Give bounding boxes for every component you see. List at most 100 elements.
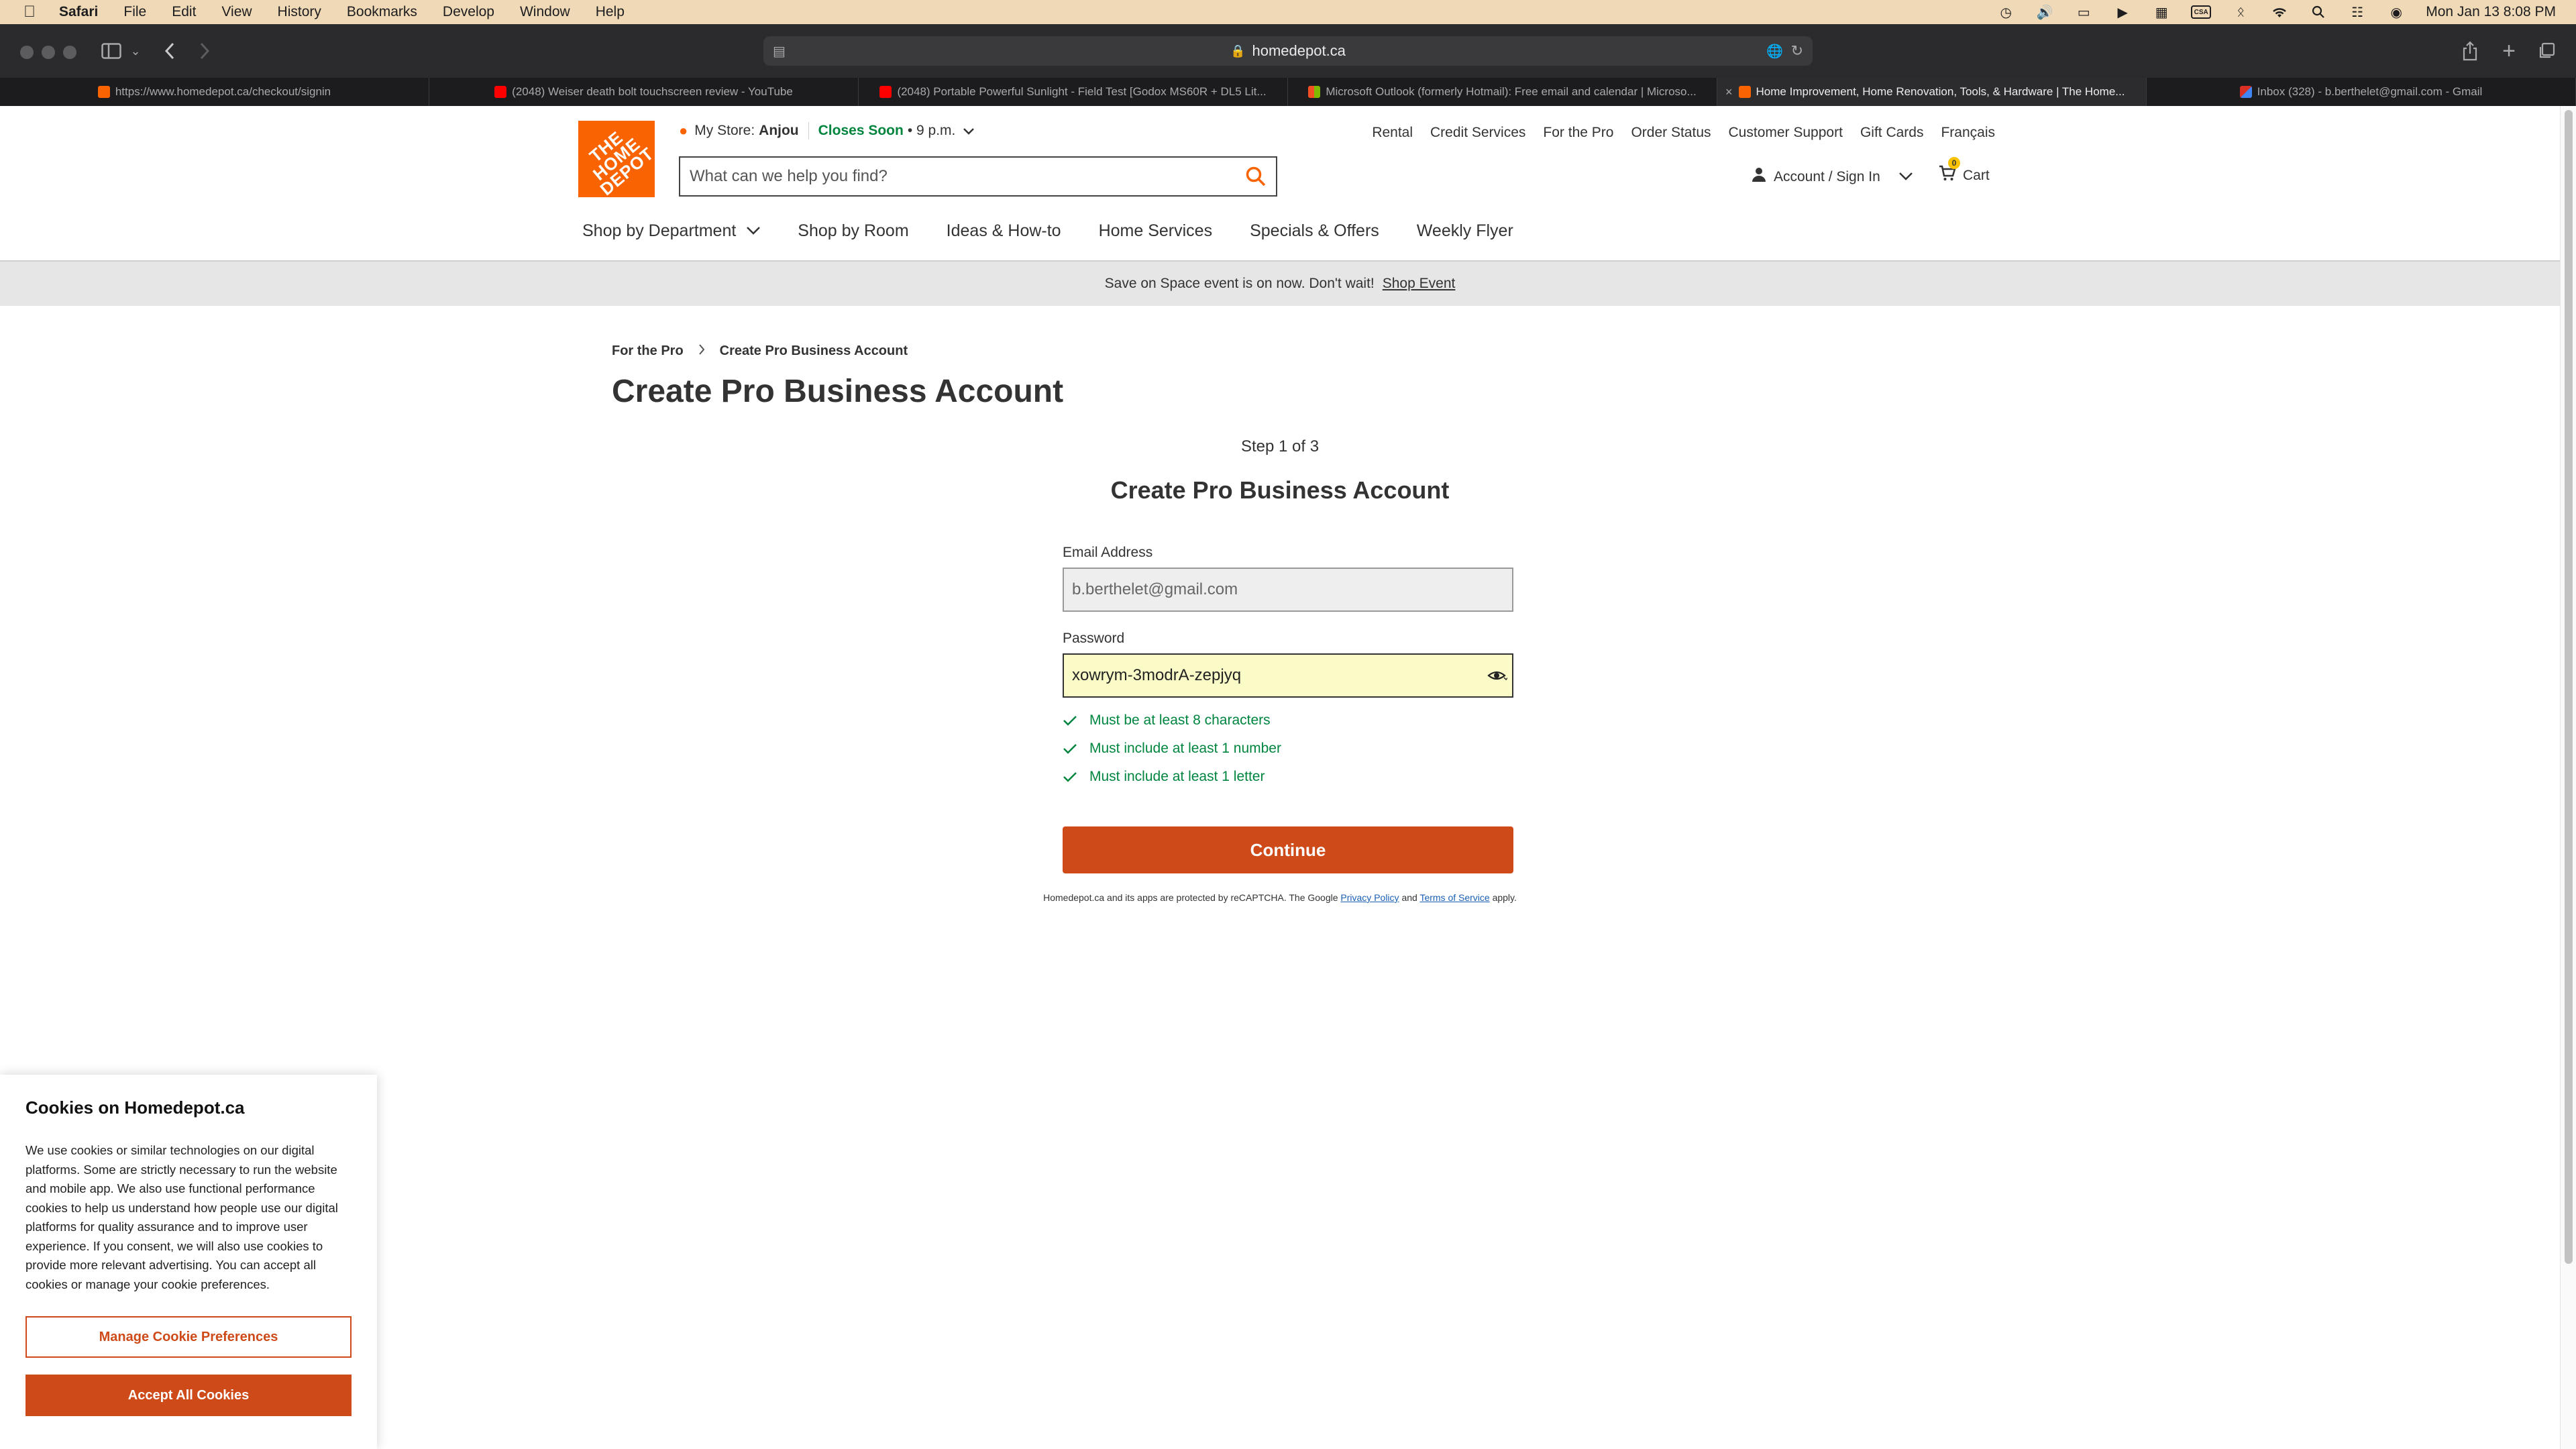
bluetooth-icon[interactable]: ᛟ xyxy=(2231,5,2250,19)
cart-link[interactable]: 0 Cart xyxy=(1939,157,1990,186)
sidebar-toggle-icon[interactable] xyxy=(98,39,125,63)
nav-shop-by-room[interactable]: Shop by Room xyxy=(798,221,908,241)
menubar-clock[interactable]: Mon Jan 13 8:08 PM xyxy=(2426,4,2556,20)
accept-all-cookies-button[interactable]: Accept All Cookies xyxy=(25,1375,352,1416)
address-bar[interactable]: ▤ 🔒 homedepot.ca 🌐 ↻ xyxy=(763,36,1813,66)
show-password-eye-icon[interactable] xyxy=(1483,669,1512,682)
close-window-button[interactable] xyxy=(20,46,34,59)
window-controls xyxy=(20,46,76,59)
spotlight-search-icon[interactable] xyxy=(2309,5,2328,19)
menu-window[interactable]: Window xyxy=(520,4,570,20)
logo-wordmark: THE HOME DEPOT xyxy=(585,127,658,200)
sidebar-menu-chevron-icon[interactable]: ⌄ xyxy=(127,39,144,63)
nav-specials-offers[interactable]: Specials & Offers xyxy=(1250,221,1379,241)
menu-edit[interactable]: Edit xyxy=(172,4,196,20)
link-francais[interactable]: Français xyxy=(1941,125,1995,141)
tab-homedepot-signin[interactable]: https://www.homedepot.ca/checkout/signin xyxy=(0,78,429,106)
window-grid-icon[interactable]: ▦ xyxy=(2152,5,2171,20)
tab-youtube-sunlight[interactable]: (2048) Portable Powerful Sunlight - Fiel… xyxy=(859,78,1288,106)
recaptcha-apply: apply. xyxy=(1492,892,1517,903)
store-label: My Store: xyxy=(694,123,755,138)
menu-help[interactable]: Help xyxy=(596,4,625,20)
keyboard-input-icon[interactable]: CSA xyxy=(2191,5,2212,19)
requirement-text: Must include at least 1 letter xyxy=(1089,769,1265,784)
breadcrumb: For the Pro Create Pro Business Account xyxy=(612,343,908,359)
my-store-selector[interactable]: ● My Store: Anjou Closes Soon • 9 p.m. xyxy=(679,122,975,140)
email-field[interactable] xyxy=(1072,569,1512,610)
share-icon[interactable] xyxy=(2458,39,2482,63)
nav-ideas-how-to[interactable]: Ideas & How-to xyxy=(947,221,1061,241)
tab-title: Home Improvement, Home Renovation, Tools… xyxy=(1756,85,2125,98)
cart-label: Cart xyxy=(1963,167,1990,183)
nav-home-services[interactable]: Home Services xyxy=(1099,221,1213,241)
home-depot-logo[interactable]: THE HOME DEPOT xyxy=(578,121,657,199)
menu-view[interactable]: View xyxy=(221,4,252,20)
microsoft-favicon-icon xyxy=(1308,86,1321,98)
zoom-window-button[interactable] xyxy=(63,46,76,59)
menu-bookmarks[interactable]: Bookmarks xyxy=(347,4,417,20)
play-icon[interactable]: ▶ xyxy=(2113,5,2132,20)
nav-weekly-flyer[interactable]: Weekly Flyer xyxy=(1417,221,1513,241)
page-title: Create Pro Business Account xyxy=(612,374,1064,409)
checkmark-icon xyxy=(1063,715,1079,726)
tab-bar: https://www.homedepot.ca/checkout/signin… xyxy=(0,78,2576,106)
continue-button[interactable]: Continue xyxy=(1063,826,1513,873)
back-icon[interactable] xyxy=(160,39,180,63)
shop-event-link[interactable]: Shop Event xyxy=(1383,276,1456,292)
forward-icon[interactable] xyxy=(195,39,215,63)
nav-shop-by-department[interactable]: Shop by Department xyxy=(582,221,761,241)
account-sign-in[interactable]: Account / Sign In xyxy=(1751,166,1913,187)
tab-title: Inbox (328) - b.berthelet@gmail.com - Gm… xyxy=(2257,85,2483,98)
search-icon[interactable] xyxy=(1236,166,1276,187)
youtube-favicon-icon xyxy=(879,86,892,98)
breadcrumb-for-the-pro[interactable]: For the Pro xyxy=(612,343,684,359)
scrollbar-thumb[interactable] xyxy=(2565,110,2573,1264)
tab-homedepot-active[interactable]: × Home Improvement, Home Renovation, Too… xyxy=(1717,78,2147,106)
page-scrollbar[interactable] xyxy=(2560,106,2576,1449)
menubar-menus: Safari File Edit View History Bookmarks … xyxy=(59,4,625,20)
main-navigation: Shop by Department Shop by Room Ideas & … xyxy=(582,221,1513,241)
link-customer-support[interactable]: Customer Support xyxy=(1729,125,1843,141)
siri-icon[interactable]: ◉ xyxy=(2387,5,2406,20)
chevron-down-icon xyxy=(1898,169,1913,184)
tab-gmail[interactable]: Inbox (328) - b.berthelet@gmail.com - Gm… xyxy=(2147,78,2576,106)
password-field[interactable] xyxy=(1072,655,1483,696)
link-rental[interactable]: Rental xyxy=(1372,125,1413,141)
translate-icon[interactable]: 🌐 xyxy=(1766,43,1783,60)
store-hours-status: Closes Soon xyxy=(818,123,904,138)
tab-outlook[interactable]: Microsoft Outlook (formerly Hotmail): Fr… xyxy=(1288,78,1717,106)
chevron-down-icon xyxy=(747,223,761,239)
link-for-the-pro[interactable]: For the Pro xyxy=(1543,125,1613,141)
minimize-window-button[interactable] xyxy=(42,46,55,59)
menu-develop[interactable]: Develop xyxy=(443,4,494,20)
time-machine-icon[interactable]: ◷ xyxy=(1996,5,2015,20)
link-order-status[interactable]: Order Status xyxy=(1631,125,1711,141)
screen-mirroring-icon[interactable]: ▭ xyxy=(2074,5,2093,20)
tab-title: (2048) Portable Powerful Sunlight - Fiel… xyxy=(897,85,1267,98)
chevron-down-icon xyxy=(963,123,975,139)
cookie-consent-panel: Cookies on Homedepot.ca We use cookies o… xyxy=(0,1075,377,1449)
cart-icon: 0 xyxy=(1939,157,1960,186)
link-gift-cards[interactable]: Gift Cards xyxy=(1860,125,1924,141)
reload-icon[interactable]: ↻ xyxy=(1791,42,1803,60)
menu-app-safari[interactable]: Safari xyxy=(59,4,98,20)
terms-of-service-link[interactable]: Terms of Service xyxy=(1419,892,1489,903)
search-input[interactable] xyxy=(680,158,1236,195)
privacy-policy-link[interactable]: Privacy Policy xyxy=(1340,892,1399,903)
control-center-icon[interactable]: ☷ xyxy=(2348,5,2367,20)
link-credit-services[interactable]: Credit Services xyxy=(1430,125,1525,141)
apple-icon[interactable]:  xyxy=(17,3,42,21)
new-tab-icon[interactable]: + xyxy=(2497,38,2521,64)
menu-history[interactable]: History xyxy=(278,4,321,20)
close-tab-icon[interactable]: × xyxy=(1725,85,1733,99)
page-settings-icon[interactable]: ▤ xyxy=(773,43,786,60)
menu-file[interactable]: File xyxy=(123,4,146,20)
macos-menubar:  Safari File Edit View History Bookmark… xyxy=(0,0,2576,24)
location-pin-icon: ● xyxy=(679,122,688,139)
manage-cookie-preferences-button[interactable]: Manage Cookie Preferences xyxy=(25,1316,352,1358)
wifi-icon[interactable] xyxy=(2270,5,2289,19)
tab-overview-icon[interactable] xyxy=(2534,39,2559,63)
volume-icon[interactable]: 🔊 xyxy=(2035,5,2054,20)
cart-count-badge: 0 xyxy=(1948,157,1960,169)
tab-youtube-weiser[interactable]: (2048) Weiser death bolt touchscreen rev… xyxy=(429,78,859,106)
